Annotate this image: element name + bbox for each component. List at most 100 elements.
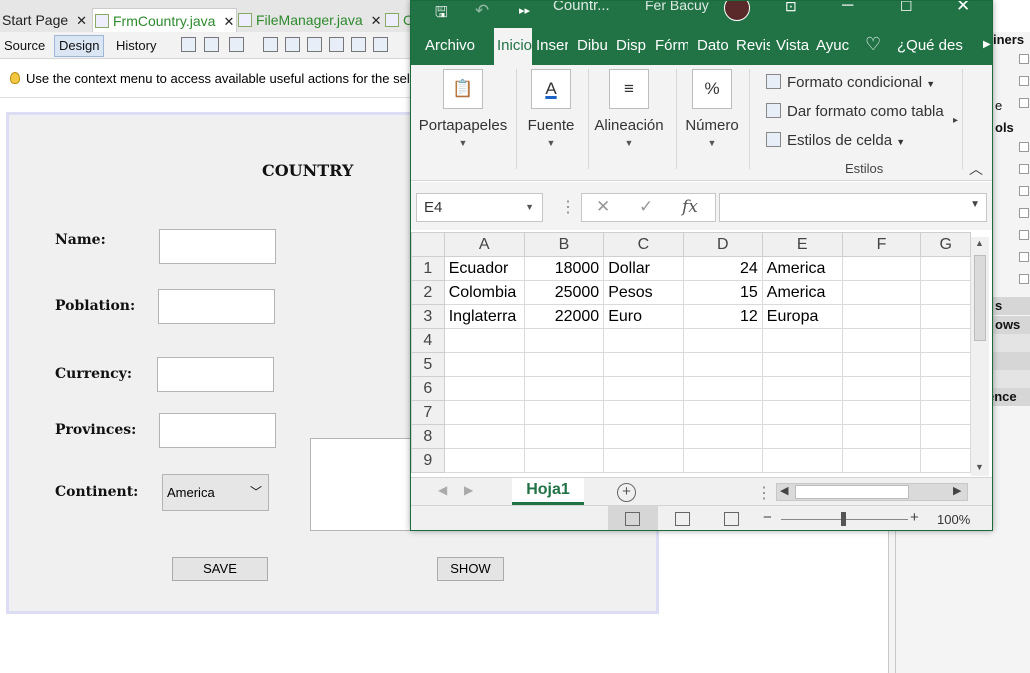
tab-inicio[interactable]: Inicio xyxy=(494,28,532,66)
poblation-field[interactable] xyxy=(158,289,275,324)
tab-insertar[interactable]: Inser xyxy=(536,37,568,54)
grid-cell[interactable] xyxy=(841,256,922,281)
grid-cell[interactable] xyxy=(841,304,922,329)
tab-datos[interactable]: Dato xyxy=(697,37,730,54)
group-portapapeles[interactable]: 📋 Portapapeles ▼ xyxy=(417,65,509,177)
grid-cell[interactable]: 24 xyxy=(682,256,763,281)
lightbulb-icon[interactable]: ♡ xyxy=(865,34,881,55)
zoom-level[interactable]: 100% xyxy=(937,512,970,527)
page-break-icon[interactable] xyxy=(724,512,739,526)
grid-cell[interactable]: Inglaterra xyxy=(443,304,525,329)
zoom-in-icon[interactable]: + xyxy=(910,509,919,526)
grid-cell[interactable] xyxy=(920,256,971,281)
avatar[interactable] xyxy=(724,1,750,21)
grid-cell[interactable] xyxy=(761,376,843,401)
grid-cell[interactable] xyxy=(682,448,763,473)
checkbox[interactable] xyxy=(1019,230,1029,240)
row-header[interactable]: 3 xyxy=(411,304,445,329)
tab-ayuda[interactable]: Ayuc xyxy=(816,37,850,54)
grid-cell[interactable]: 25000 xyxy=(523,280,605,305)
horizontal-scrollbar[interactable]: ◀ ▶ xyxy=(776,483,968,501)
grid-cell[interactable] xyxy=(603,328,684,353)
tell-me-search[interactable]: ¿Qué des xyxy=(897,37,969,54)
zoom-thumb[interactable] xyxy=(841,512,846,526)
grid-cell[interactable]: Pesos xyxy=(603,280,684,305)
provinces-textarea[interactable] xyxy=(310,438,420,531)
grid-cell[interactable] xyxy=(523,328,605,353)
palette-item-containers[interactable]: iners xyxy=(993,32,1024,47)
cancel-icon[interactable]: ✕ xyxy=(596,197,610,217)
close-icon[interactable]: ✕ xyxy=(956,1,970,16)
grid-cell[interactable]: 18000 xyxy=(523,256,605,281)
add-sheet-icon[interactable]: + xyxy=(617,483,636,502)
zoom-out-icon[interactable]: − xyxy=(763,509,772,526)
checkbox[interactable] xyxy=(1019,274,1029,284)
column-header[interactable]: F xyxy=(841,232,922,257)
grid-cell[interactable] xyxy=(523,352,605,377)
grid-cell[interactable] xyxy=(443,400,525,425)
grid-cell[interactable] xyxy=(443,352,525,377)
grid-cell[interactable] xyxy=(523,400,605,425)
scroll-down-icon[interactable]: ▼ xyxy=(975,462,984,472)
grid-cell[interactable] xyxy=(761,424,843,449)
close-icon[interactable]: ✕ xyxy=(223,14,234,29)
scroll-right-icon[interactable]: ▶ xyxy=(953,484,961,497)
grid-cell[interactable] xyxy=(841,400,922,425)
align-right-icon[interactable] xyxy=(285,37,300,52)
preview-design-icon[interactable] xyxy=(229,37,244,52)
align-baseline-icon[interactable] xyxy=(373,37,388,52)
scroll-thumb[interactable] xyxy=(974,255,986,341)
align-center-icon[interactable] xyxy=(307,37,322,52)
grid-cell[interactable]: Ecuador xyxy=(443,256,525,281)
grid-cell[interactable]: 15 xyxy=(682,280,763,305)
grid-cell[interactable] xyxy=(761,448,843,473)
grid-cell[interactable] xyxy=(841,448,922,473)
tab-more[interactable]: C xyxy=(385,8,413,32)
next-sheet-icon[interactable]: ▶ xyxy=(464,483,473,497)
row-header[interactable]: 6 xyxy=(411,376,445,401)
grid-cell[interactable] xyxy=(603,400,684,425)
palette-item-e[interactable]: e xyxy=(995,98,1002,113)
checkbox[interactable] xyxy=(1019,186,1029,196)
tab-filemanager[interactable]: FileManager.java ✕ xyxy=(238,8,382,32)
align-bottom-icon[interactable] xyxy=(351,37,366,52)
row-header[interactable]: 8 xyxy=(411,424,445,449)
grid-cell[interactable] xyxy=(920,352,971,377)
vertical-scrollbar[interactable]: ▲ ▼ xyxy=(971,237,989,476)
grid-cell[interactable] xyxy=(443,448,525,473)
ribbon-display-icon[interactable]: ⊡ xyxy=(785,1,797,15)
palette-item-tools[interactable]: ols xyxy=(995,120,1014,135)
checkbox[interactable] xyxy=(1019,76,1029,86)
tab-frmcountry[interactable]: FrmCountry.java ✕ xyxy=(92,8,238,32)
tab-vista[interactable]: Vista xyxy=(776,37,809,54)
customize-toolbar-icon[interactable]: ▸▸ xyxy=(519,4,530,17)
name-box[interactable]: E4 ▼ xyxy=(416,193,543,222)
grid-cell[interactable]: Dollar xyxy=(603,256,684,281)
grid-cell[interactable] xyxy=(682,352,763,377)
prev-sheet-icon[interactable]: ◀ xyxy=(438,483,447,497)
grid-cell[interactable]: 12 xyxy=(682,304,763,329)
save-button[interactable]: SAVE xyxy=(172,557,268,581)
select-all-corner[interactable] xyxy=(411,232,445,257)
provinces-field[interactable] xyxy=(159,413,276,448)
format-as-table-button[interactable]: Dar formato como tabla xyxy=(766,103,944,120)
grid-cell[interactable]: 22000 xyxy=(523,304,605,329)
grid-cell[interactable] xyxy=(682,400,763,425)
grid-cell[interactable] xyxy=(523,448,605,473)
column-header[interactable]: A xyxy=(443,232,525,257)
grid-cell[interactable] xyxy=(761,400,843,425)
row-header[interactable]: 1 xyxy=(411,256,445,281)
insert-function-icon[interactable]: fx xyxy=(682,197,698,217)
ribbon-scroll-right-icon[interactable]: ▸ xyxy=(953,115,958,126)
conditional-format-button[interactable]: Formato condicional ▼ xyxy=(766,74,935,91)
grid-cell[interactable] xyxy=(841,424,922,449)
tab-disposicion[interactable]: Disp xyxy=(616,37,648,54)
page-layout-icon[interactable] xyxy=(675,512,690,526)
group-alineacion[interactable]: ≡ Alineación ▼ xyxy=(591,65,667,177)
grid-cell[interactable] xyxy=(443,376,525,401)
tab-dibujar[interactable]: Dibu xyxy=(577,37,609,54)
scroll-tabs-right-icon[interactable]: ▶ xyxy=(983,39,991,50)
close-icon[interactable]: ✕ xyxy=(371,13,382,28)
checkbox[interactable] xyxy=(1019,208,1029,218)
formula-input[interactable]: ▼ xyxy=(719,193,987,222)
